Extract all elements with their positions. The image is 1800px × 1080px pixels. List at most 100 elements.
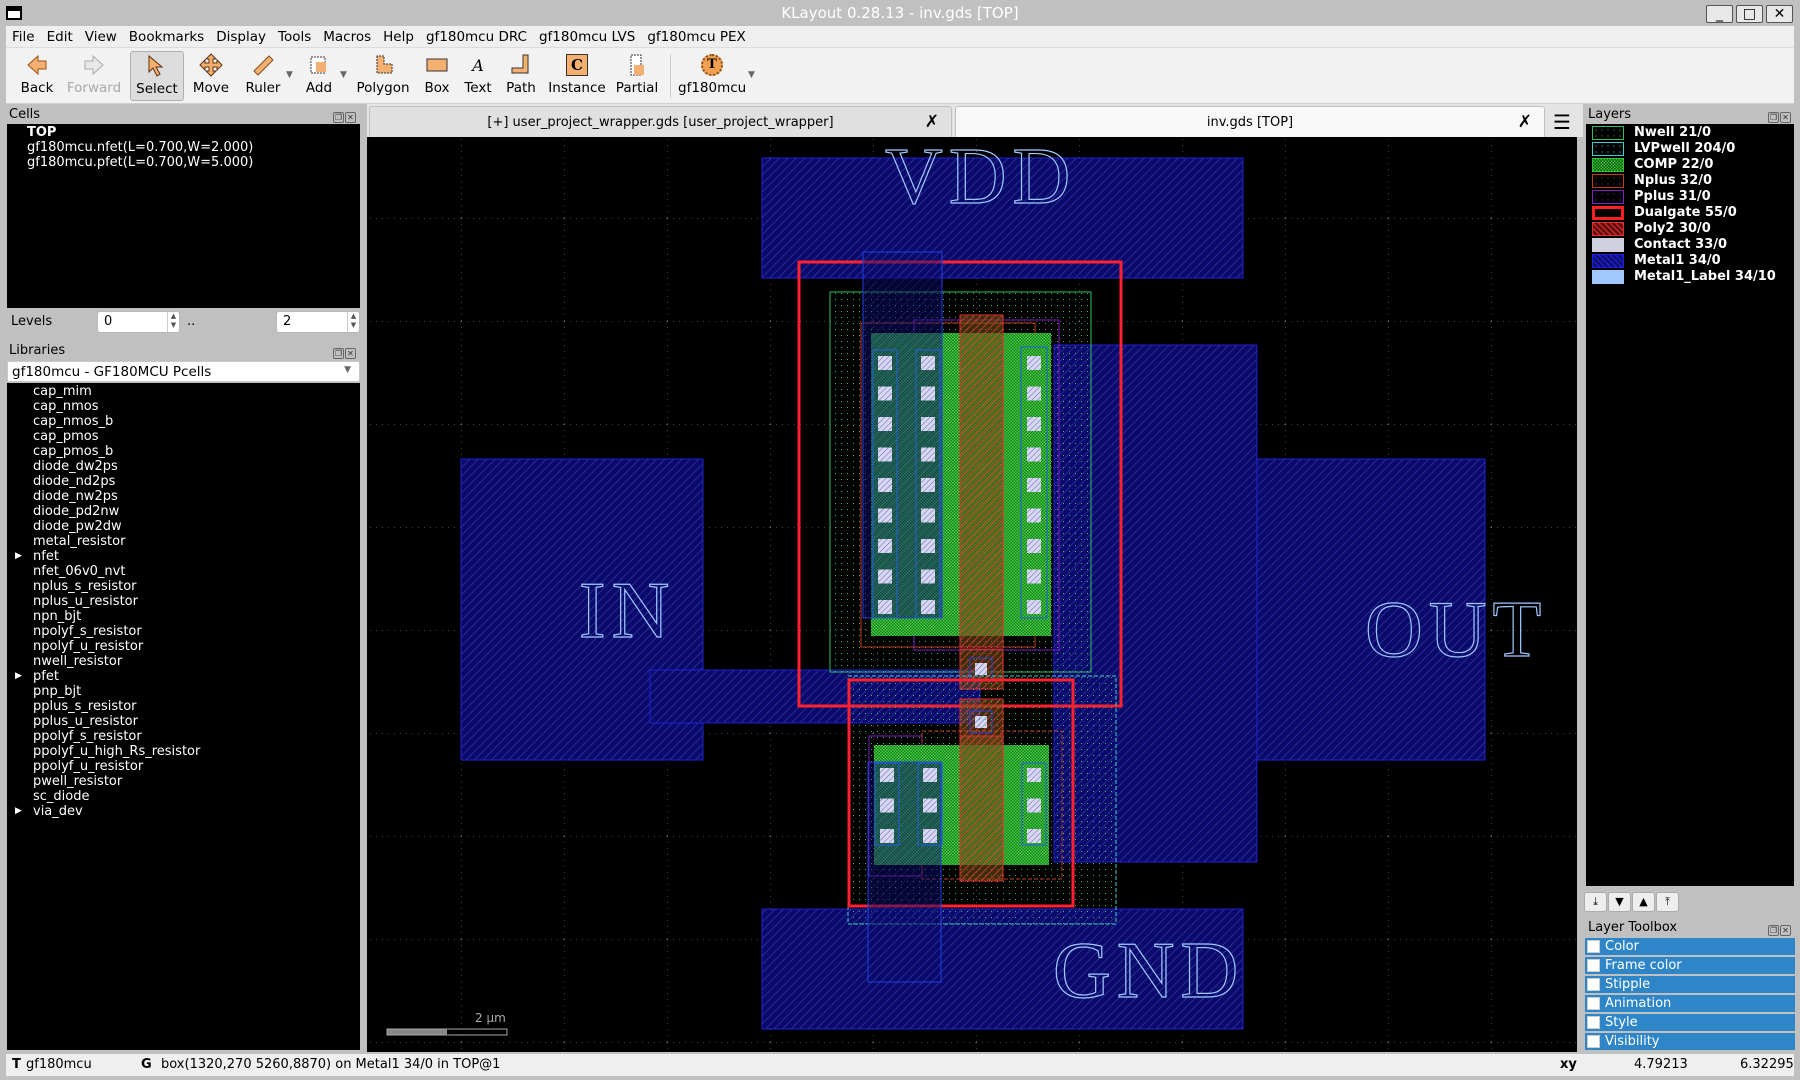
library-cell-item[interactable]: nplus_s_resistor [7, 579, 360, 594]
library-cell-item[interactable]: npolyf_u_resistor [7, 639, 360, 654]
library-cell-item[interactable]: diode_nd2ps [7, 474, 360, 489]
tab-user-project-wrapper[interactable]: [+] user_project_wrapper.gds [user_proje… [369, 106, 952, 137]
library-cell-list[interactable]: cap_mim cap_nmos cap_nmos_b cap_pmos cap_pmo… [7, 383, 360, 1050]
toolbox-checkbox[interactable] [1587, 940, 1600, 953]
contact[interactable] [921, 356, 935, 370]
toolbox-checkbox[interactable] [1587, 978, 1600, 991]
toolbox-checkbox[interactable] [1587, 959, 1600, 972]
label-gnd[interactable]: GND [1052, 926, 1244, 1015]
menu-help[interactable]: Help [377, 26, 420, 45]
close-icon[interactable]: ✕ [345, 348, 356, 359]
toolbox-item-frame-color[interactable]: Frame color [1585, 957, 1795, 974]
contact[interactable] [1027, 356, 1041, 370]
contact[interactable] [921, 447, 935, 462]
contact[interactable] [878, 386, 892, 401]
menu-view[interactable]: View [79, 26, 123, 45]
contact[interactable] [921, 600, 935, 614]
toolbox-item-animation[interactable]: Animation [1585, 995, 1795, 1012]
poly-gate-nmos[interactable] [959, 735, 1004, 882]
move-tool-button[interactable]: Move [186, 51, 236, 101]
contact[interactable] [878, 478, 892, 492]
contact[interactable] [1027, 569, 1041, 584]
contact[interactable] [878, 569, 892, 584]
contact[interactable] [878, 417, 892, 431]
contact[interactable] [878, 600, 892, 614]
path-tool-button[interactable]: Path [500, 51, 542, 101]
back-button[interactable]: Back [12, 51, 62, 101]
box-tool-button[interactable]: Box [416, 51, 458, 101]
close-icon[interactable]: ✕ [1780, 112, 1791, 123]
library-cell-item[interactable]: diode_pd2nw [7, 504, 360, 519]
contact[interactable] [1027, 539, 1041, 553]
library-cell-item[interactable]: ppolyf_u_resistor [7, 759, 360, 774]
menu-bookmarks[interactable]: Bookmarks [123, 26, 210, 45]
library-cell-item[interactable]: pplus_s_resistor [7, 699, 360, 714]
layer-item[interactable]: Metal1_Label 34/10 [1586, 269, 1794, 285]
menu-pex[interactable]: gf180mcu PEX [641, 26, 751, 45]
library-cell-item[interactable]: cap_pmos_b [7, 444, 360, 459]
library-cell-item[interactable]: ▶ pfet [7, 669, 360, 684]
partial-tool-button[interactable]: Partial [612, 51, 662, 101]
contact[interactable] [880, 768, 894, 782]
cell-tree[interactable]: TOP gf180mcu.nfet(L=0.700,W=2.000) gf180… [7, 124, 360, 308]
label-vdd[interactable]: VDD [884, 137, 1076, 222]
library-cell-item[interactable]: ppolyf_s_resistor [7, 729, 360, 744]
layer-item[interactable]: LVPwell 204/0 [1586, 141, 1794, 157]
library-cell-item[interactable]: diode_pw2dw [7, 519, 360, 534]
menu-drc[interactable]: gf180mcu DRC [420, 26, 533, 45]
contact[interactable] [1027, 386, 1041, 401]
contact[interactable] [880, 829, 894, 843]
move-layer-up-icon[interactable]: ▲ [1632, 892, 1655, 912]
library-cell-item[interactable]: ▶ nfet [7, 549, 360, 564]
expand-arrow-icon[interactable]: ▶ [15, 549, 22, 564]
ruler-tool-button[interactable]: Ruler [238, 51, 288, 101]
contact[interactable] [878, 539, 892, 553]
move-layer-top-icon[interactable]: ⤒ [1656, 892, 1679, 912]
library-cell-item[interactable]: nwell_resistor [7, 654, 360, 669]
contact[interactable] [923, 829, 937, 843]
metal1-nmos-source[interactable] [867, 761, 942, 983]
library-cell-item[interactable]: npn_bjt [7, 609, 360, 624]
contact[interactable] [921, 478, 935, 492]
contact[interactable] [921, 386, 935, 401]
minimize-button[interactable]: _ [1706, 5, 1733, 23]
library-cell-item[interactable]: sc_diode [7, 789, 360, 804]
add-tool-button[interactable]: Add [296, 51, 342, 101]
menu-edit[interactable]: Edit [41, 26, 79, 45]
maximize-button[interactable]: □ [1736, 5, 1763, 23]
levels-from-spinner[interactable]: 0 ▲ ▼ [97, 311, 180, 333]
contact[interactable] [1027, 447, 1041, 462]
close-icon[interactable]: ✕ [1780, 925, 1791, 936]
library-cell-item[interactable]: npolyf_s_resistor [7, 624, 360, 639]
float-icon[interactable]: ❐ [1768, 112, 1779, 123]
contact[interactable] [880, 798, 894, 813]
contact[interactable] [878, 508, 892, 523]
tab-menu-icon[interactable]: ☰ [1553, 110, 1571, 134]
library-cell-item[interactable]: ▶ via_dev [7, 804, 360, 819]
add-dropdown-icon[interactable]: ▼ [340, 70, 347, 80]
layout-canvas[interactable]: VDD GND IN OUT 2 µm [367, 137, 1577, 1052]
menu-macros[interactable]: Macros [317, 26, 377, 45]
close-window-button[interactable]: ✕ [1766, 5, 1793, 23]
layer-item[interactable]: Contact 33/0 [1586, 237, 1794, 253]
contact[interactable] [878, 447, 892, 462]
move-layer-down-icon[interactable]: ▼ [1608, 892, 1631, 912]
library-cell-item[interactable]: pwell_resistor [7, 774, 360, 789]
contact[interactable] [1027, 417, 1041, 431]
tech-dropdown-icon[interactable]: ▼ [748, 70, 755, 80]
polygon-tool-button[interactable]: Polygon [354, 51, 412, 101]
library-select[interactable]: gf180mcu - GF180MCU Pcells ▼ [7, 361, 360, 382]
library-cell-item[interactable]: nfet_06v0_nvt [7, 564, 360, 579]
menu-file[interactable]: File [6, 26, 41, 45]
levels-to-spinner[interactable]: 2 ▲ ▼ [276, 311, 360, 333]
contact[interactable] [1027, 508, 1041, 523]
contact[interactable] [1027, 478, 1041, 492]
instance-tool-button[interactable]: C Instance [546, 51, 608, 101]
library-cell-item[interactable]: pnp_bjt [7, 684, 360, 699]
toolbox-checkbox[interactable] [1587, 1016, 1600, 1029]
spinner-arrows-icon[interactable]: ▲ ▼ [347, 312, 359, 332]
menu-tools[interactable]: Tools [272, 26, 317, 45]
contact[interactable] [921, 569, 935, 584]
close-tab-icon[interactable]: ✗ [1518, 112, 1532, 132]
contact[interactable] [1027, 600, 1041, 614]
